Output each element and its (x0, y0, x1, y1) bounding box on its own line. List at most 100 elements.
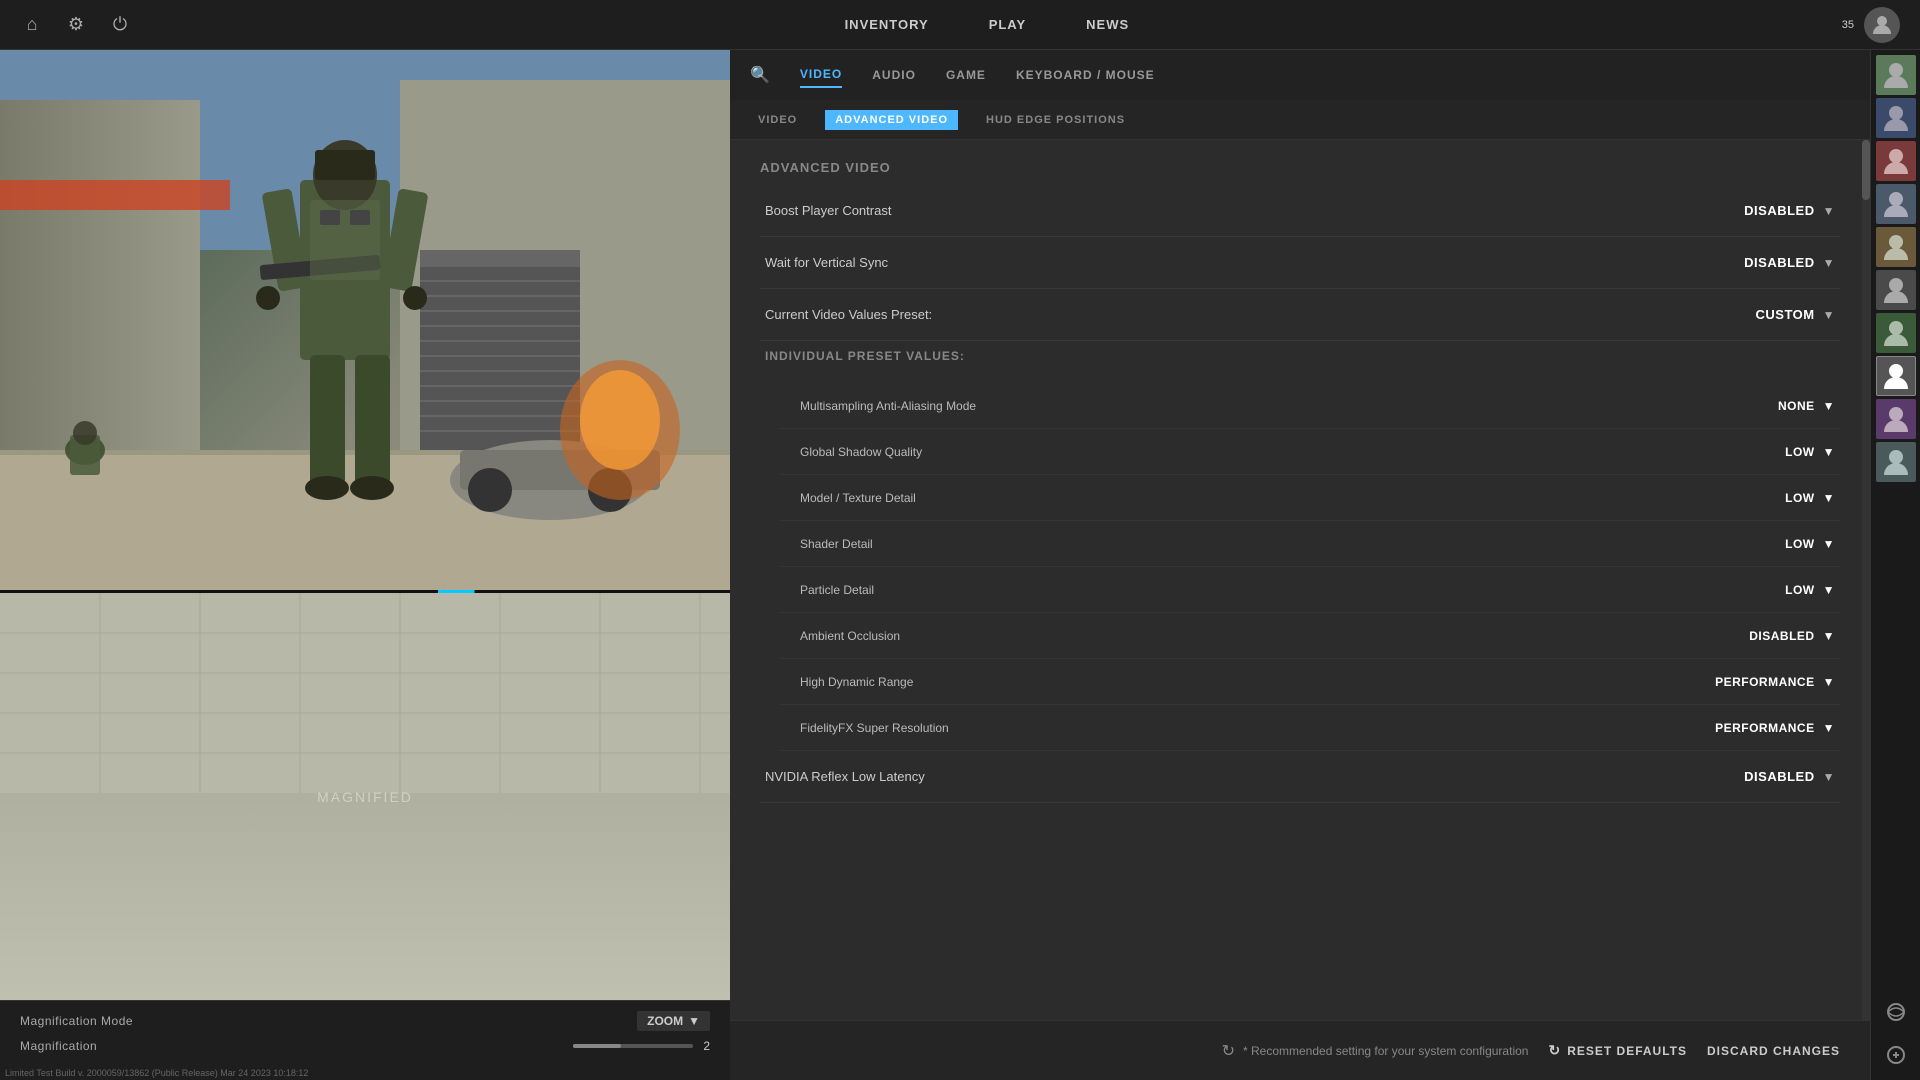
tab-game[interactable]: GAME (946, 63, 986, 87)
shadow-quality-label: Global Shadow Quality (800, 445, 922, 459)
chevron-icon: ▼ (1823, 770, 1835, 784)
setting-ambient-occlusion: Ambient Occlusion DISABLED ▼ (780, 613, 1840, 659)
magnification-value: 2 (703, 1039, 710, 1053)
magnification-label: Magnification (20, 1039, 97, 1053)
right-sidebar (1870, 50, 1920, 1080)
top-bar-left: ⌂ ⚙ ⏻ (20, 13, 132, 37)
main-layout: Magnified Magnification Mode ZOOM ▼ Magn… (0, 50, 1920, 1080)
fsr-label: FidelityFX Super Resolution (800, 721, 949, 735)
sidebar-avatar-10[interactable] (1876, 442, 1916, 482)
shadow-quality-value[interactable]: LOW ▼ (1785, 445, 1835, 459)
sidebar-controller-icon[interactable] (1876, 1035, 1916, 1075)
game-preview-bottom: Magnified (0, 593, 730, 1000)
msaa-label: Multisampling Anti-Aliasing Mode (800, 399, 976, 413)
video-preset-label: Current Video Values Preset: (765, 307, 932, 322)
setting-video-preset: Current Video Values Preset: CUSTOM ▼ (760, 289, 1840, 341)
chevron-icon: ▼ (1823, 491, 1835, 505)
particle-detail-value[interactable]: LOW ▼ (1785, 583, 1835, 597)
sidebar-avatar-5[interactable] (1876, 227, 1916, 267)
chevron-icon: ▼ (1823, 629, 1835, 643)
chevron-icon: ▼ (1823, 256, 1835, 270)
chevron-icon: ▼ (1823, 583, 1835, 597)
settings-icon[interactable]: ⚙ (64, 13, 88, 37)
msaa-value[interactable]: NONE ▼ (1778, 399, 1835, 413)
ambient-occlusion-label: Ambient Occlusion (800, 629, 900, 643)
setting-particle-detail: Particle Detail LOW ▼ (780, 567, 1840, 613)
home-icon[interactable]: ⌂ (20, 13, 44, 37)
chevron-icon: ▼ (1823, 399, 1835, 413)
setting-fsr: FidelityFX Super Resolution PERFORMANCE … (780, 705, 1840, 751)
scrollbar-thumb[interactable] (1862, 140, 1870, 200)
sidebar-avatar-6[interactable] (1876, 270, 1916, 310)
top-bar-right: 35 (1842, 7, 1900, 43)
magnified-label: Magnified (317, 789, 413, 805)
setting-msaa: Multisampling Anti-Aliasing Mode NONE ▼ (780, 383, 1840, 429)
shader-detail-value[interactable]: LOW ▼ (1785, 537, 1835, 551)
setting-nvidia-reflex: NVIDIA Reflex Low Latency DISABLED ▼ (760, 751, 1840, 803)
sidebar-avatar-2[interactable] (1876, 98, 1916, 138)
sidebar-avatar-1[interactable] (1876, 55, 1916, 95)
texture-detail-value[interactable]: LOW ▼ (1785, 491, 1835, 505)
tab-audio[interactable]: AUDIO (872, 63, 916, 87)
fsr-value[interactable]: PERFORMANCE ▼ (1715, 721, 1835, 735)
hdr-label: High Dynamic Range (800, 675, 913, 689)
particle-detail-label: Particle Detail (800, 583, 874, 597)
reset-defaults-button[interactable]: ↻ RESET DEFAULTS (1548, 1042, 1687, 1059)
hdr-value[interactable]: PERFORMANCE ▼ (1715, 675, 1835, 689)
game-preview-top (0, 50, 730, 590)
wait-vsync-value[interactable]: DISABLED ▼ (1744, 255, 1835, 270)
preset-section-label: Individual Preset Values: (760, 341, 1840, 368)
setting-shadow-quality: Global Shadow Quality LOW ▼ (780, 429, 1840, 475)
chevron-icon: ▼ (1823, 445, 1835, 459)
user-level: 35 (1842, 19, 1854, 31)
tab-video[interactable]: VIDEO (800, 62, 842, 88)
chevron-icon: ▼ (1823, 204, 1835, 218)
sidebar-avatar-9[interactable] (1876, 399, 1916, 439)
magnification-mode-label: Magnification Mode (20, 1014, 133, 1028)
setting-shader-detail: Shader Detail LOW ▼ (780, 521, 1840, 567)
chevron-icon: ▼ (1823, 675, 1835, 689)
power-icon[interactable]: ⏻ (108, 13, 132, 37)
sidebar-network-icon[interactable] (1876, 992, 1916, 1032)
wait-vsync-label: Wait for Vertical Sync (765, 255, 888, 270)
nav-inventory[interactable]: INVENTORY (845, 17, 929, 32)
reset-icon: ↻ (1548, 1042, 1561, 1059)
discard-changes-button[interactable]: DISCARD CHANGES (1707, 1044, 1840, 1058)
setting-boost-player-contrast: Boost Player Contrast DISABLED ▼ (760, 185, 1840, 237)
chevron-icon: ▼ (1823, 308, 1835, 322)
tab-keyboard[interactable]: KEYBOARD / MOUSE (1016, 63, 1155, 87)
video-preset-value[interactable]: CUSTOM ▼ (1756, 307, 1836, 322)
nvidia-reflex-value[interactable]: DISABLED ▼ (1744, 769, 1835, 784)
setting-wait-vsync: Wait for Vertical Sync DISABLED ▼ (760, 237, 1840, 289)
settings-area: 🔍 VIDEO AUDIO GAME KEYBOARD / MOUSE VIDE… (730, 50, 1870, 1080)
magnification-mode-value[interactable]: ZOOM ▼ (637, 1011, 710, 1031)
top-bar-center: INVENTORY PLAY NEWS (845, 17, 1130, 32)
version-text: Limited Test Build v. 2000059/13862 (Pub… (5, 1068, 308, 1078)
sidebar-avatar-4[interactable] (1876, 184, 1916, 224)
settings-content: Advanced Video Boost Player Contrast DIS… (730, 140, 1870, 1020)
texture-detail-label: Model / Texture Detail (800, 491, 916, 505)
magnification-slider-container: 2 (573, 1039, 710, 1053)
top-bar: ⌂ ⚙ ⏻ INVENTORY PLAY NEWS 35 (0, 0, 1920, 50)
sub-tab-video[interactable]: VIDEO (750, 109, 805, 131)
sidebar-avatar-3[interactable] (1876, 141, 1916, 181)
chevron-icon: ▼ (1823, 537, 1835, 551)
magnification-mode-row: Magnification Mode ZOOM ▼ (20, 1011, 710, 1031)
magnification-row: Magnification 2 (20, 1039, 710, 1053)
sidebar-avatar-7[interactable] (1876, 313, 1916, 353)
shader-detail-label: Shader Detail (800, 537, 873, 551)
nav-play[interactable]: PLAY (989, 17, 1026, 32)
sub-tab-hud[interactable]: HUD EDGE POSITIONS (978, 109, 1133, 131)
magnification-slider[interactable] (573, 1044, 693, 1048)
sub-tab-advanced-video[interactable]: ADVANCED VIDEO (825, 110, 958, 130)
search-icon[interactable]: 🔍 (750, 65, 770, 85)
user-avatar[interactable] (1864, 7, 1900, 43)
scrollbar[interactable] (1862, 140, 1870, 1020)
recommendation-note: ↻ * Recommended setting for your system … (760, 1041, 1528, 1061)
ambient-occlusion-value[interactable]: DISABLED ▼ (1749, 629, 1835, 643)
main-tabs-row: 🔍 VIDEO AUDIO GAME KEYBOARD / MOUSE (730, 50, 1870, 100)
left-panel: Magnified Magnification Mode ZOOM ▼ Magn… (0, 50, 730, 1080)
nav-news[interactable]: NEWS (1086, 17, 1129, 32)
boost-player-contrast-value[interactable]: DISABLED ▼ (1744, 203, 1835, 218)
sidebar-avatar-8[interactable] (1876, 356, 1916, 396)
